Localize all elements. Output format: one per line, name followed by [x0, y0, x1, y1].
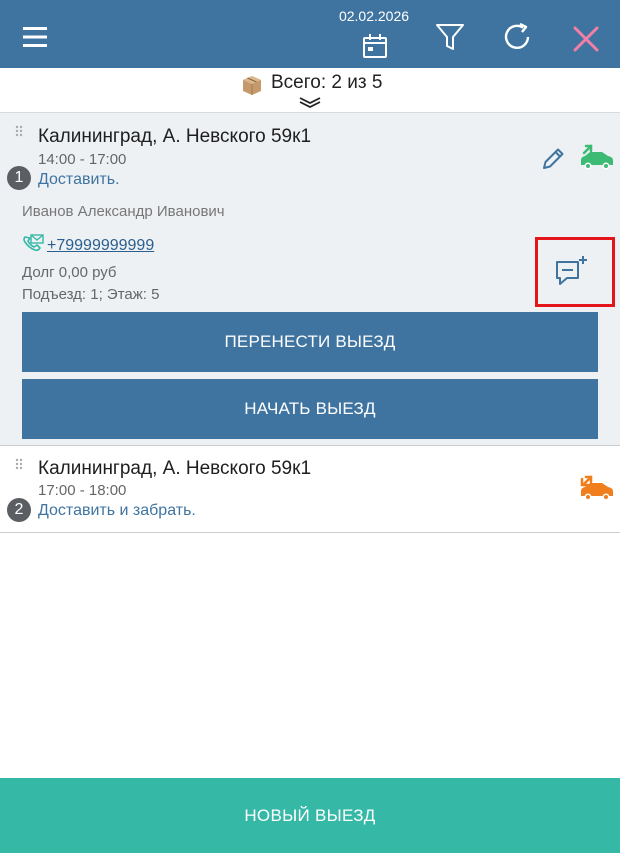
trip-card[interactable]: Калининград, А. Невского 59к1 14:00 - 17…	[0, 112, 620, 446]
entrance-floor-info: Подъезд: 1; Этаж: 5	[22, 286, 160, 303]
trip-number-badge: 2	[7, 498, 31, 522]
client-phone-link[interactable]: +79999999999	[47, 237, 154, 255]
close-icon	[573, 26, 599, 52]
menu-icon	[23, 27, 47, 47]
new-trip-button[interactable]: НОВЫЙ ВЫЕЗД	[0, 778, 620, 853]
trip-number-badge: 1	[7, 166, 31, 190]
filter-button[interactable]	[434, 20, 466, 54]
box-icon	[243, 76, 261, 95]
phone-icon	[23, 234, 44, 252]
drag-handle-icon[interactable]	[14, 125, 24, 139]
car-delivery-icon	[581, 144, 613, 170]
start-trip-button[interactable]: НАЧАТЬ ВЫЕЗД	[22, 379, 598, 439]
refresh-icon	[504, 22, 530, 50]
trip-action: Доставить и забрать.	[38, 502, 196, 519]
reschedule-trip-button[interactable]: ПЕРЕНЕСТИ ВЫЕЗД	[22, 312, 598, 372]
calendar-icon	[363, 34, 387, 58]
car-delivery-pickup-icon	[580, 475, 613, 501]
selected-date[interactable]: 02.02.2026	[326, 8, 422, 24]
trip-address: Калининград, А. Невского 59к1	[38, 458, 312, 479]
trip-card[interactable]: Калининград, А. Невского 59к1 17:00 - 18…	[0, 446, 620, 533]
trip-action: Доставить.	[38, 171, 120, 188]
trips-summary[interactable]: Всего: 2 из 5	[0, 68, 620, 112]
client-name: Иванов Александр Иванович	[22, 203, 225, 220]
add-comment-icon[interactable]	[553, 254, 589, 290]
refresh-button[interactable]	[500, 20, 534, 54]
edit-icon[interactable]	[540, 146, 566, 172]
top-app-bar: 02.02.2026	[0, 0, 620, 68]
drag-handle-icon[interactable]	[14, 458, 24, 472]
trip-address: Калининград, А. Невского 59к1	[38, 126, 312, 147]
trips-total: Всего: 2 из 5	[271, 72, 383, 93]
close-button[interactable]	[569, 22, 603, 56]
menu-button[interactable]	[20, 22, 50, 52]
calendar-button[interactable]	[359, 31, 391, 61]
trip-time: 17:00 - 18:00	[38, 482, 127, 499]
chevrons-down-icon[interactable]	[298, 96, 322, 108]
client-debt: Долг 0,00 руб	[22, 264, 117, 281]
trip-time: 14:00 - 17:00	[38, 151, 127, 168]
filter-icon	[436, 24, 464, 50]
